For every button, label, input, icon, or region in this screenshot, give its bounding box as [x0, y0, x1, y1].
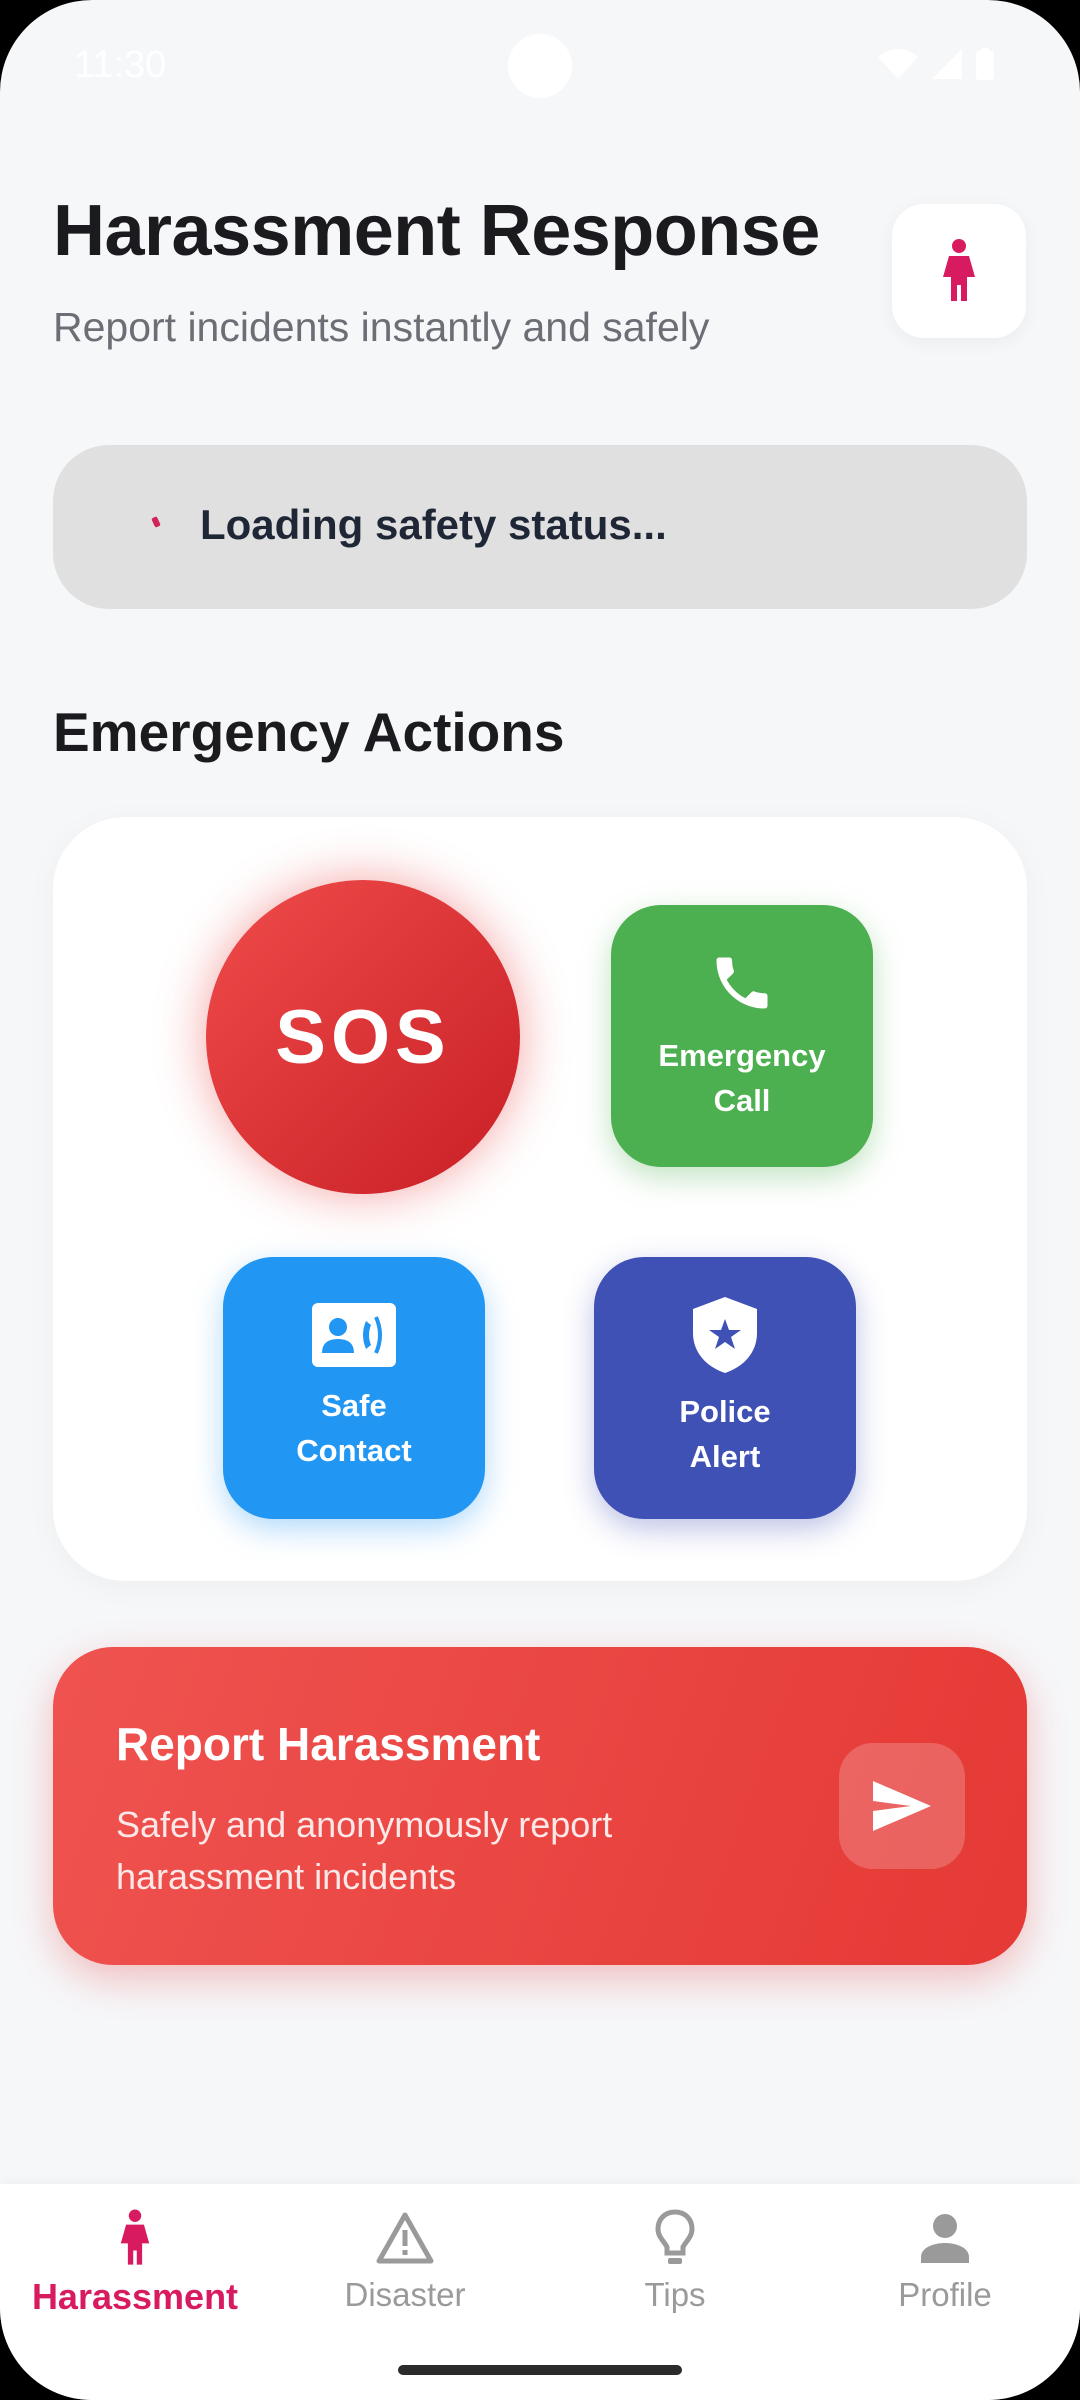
page-title: Harassment Response [53, 191, 820, 271]
camera-cutout [508, 34, 572, 98]
nav-item-profile[interactable]: Profile [810, 2184, 1080, 2400]
warning-icon [376, 2212, 434, 2264]
police-alert-button[interactable]: Police Alert [594, 1257, 856, 1519]
report-harassment-card[interactable]: Report Harassment Safely and anonymously… [53, 1647, 1027, 1965]
send-icon [873, 1781, 931, 1831]
phone-icon [716, 957, 768, 1009]
safe-contact-label: Safe Contact [296, 1388, 412, 1468]
battery-icon [976, 48, 994, 80]
contact-phone-icon [312, 1303, 396, 1367]
sos-button[interactable]: SOS [206, 880, 520, 1194]
nav-label-profile: Profile [898, 2276, 992, 2313]
emergency-actions-card [53, 817, 1027, 1581]
person-icon [921, 2214, 969, 2263]
nav-icon-holder [365, 2206, 445, 2270]
police-alert-label: Police Alert [679, 1394, 771, 1474]
safety-status-card: Loading safety status... [53, 445, 1027, 609]
page-subtitle: Report incidents instantly and safely [53, 304, 710, 350]
safe-contact-button[interactable]: Safe Contact [223, 1257, 485, 1519]
emergency-call-label: Emergency Call [658, 1038, 826, 1118]
nav-icon-holder [95, 2206, 175, 2270]
signal-icon [932, 49, 962, 79]
loading-spinner [151, 516, 161, 528]
shield-star-icon [693, 1297, 757, 1373]
report-send-button[interactable] [839, 1743, 965, 1869]
nav-icon-holder [635, 2206, 715, 2270]
sos-label: SOS [275, 994, 451, 1080]
status-bar: 11:30 [0, 0, 1080, 130]
nav-label-tips: Tips [644, 2276, 706, 2313]
report-title: Report Harassment [116, 1718, 541, 1770]
status-time: 11:30 [74, 44, 167, 86]
woman-icon [943, 239, 975, 301]
report-description: Safely and anonymously report harassment… [116, 1804, 613, 1897]
emergency-call-button[interactable]: Emergency Call [611, 905, 873, 1167]
emergency-actions-title: Emergency Actions [53, 701, 565, 763]
nav-label-harassment: Harassment [31, 2276, 239, 2317]
lightbulb-icon [655, 2209, 695, 2264]
nav-icon-holder [905, 2206, 985, 2270]
nav-label-disaster: Disaster [344, 2276, 466, 2313]
status-icons [878, 48, 994, 80]
safety-status-text: Loading safety status... [200, 501, 667, 548]
woman-icon [120, 2209, 150, 2265]
phone-screen: 11:30 Harassment Response Report inciden… [0, 0, 1080, 2400]
home-indicator [398, 2365, 682, 2375]
profile-type-button[interactable] [892, 204, 1026, 338]
wifi-icon [878, 49, 918, 79]
nav-item-harassment[interactable]: Harassment [0, 2184, 270, 2400]
